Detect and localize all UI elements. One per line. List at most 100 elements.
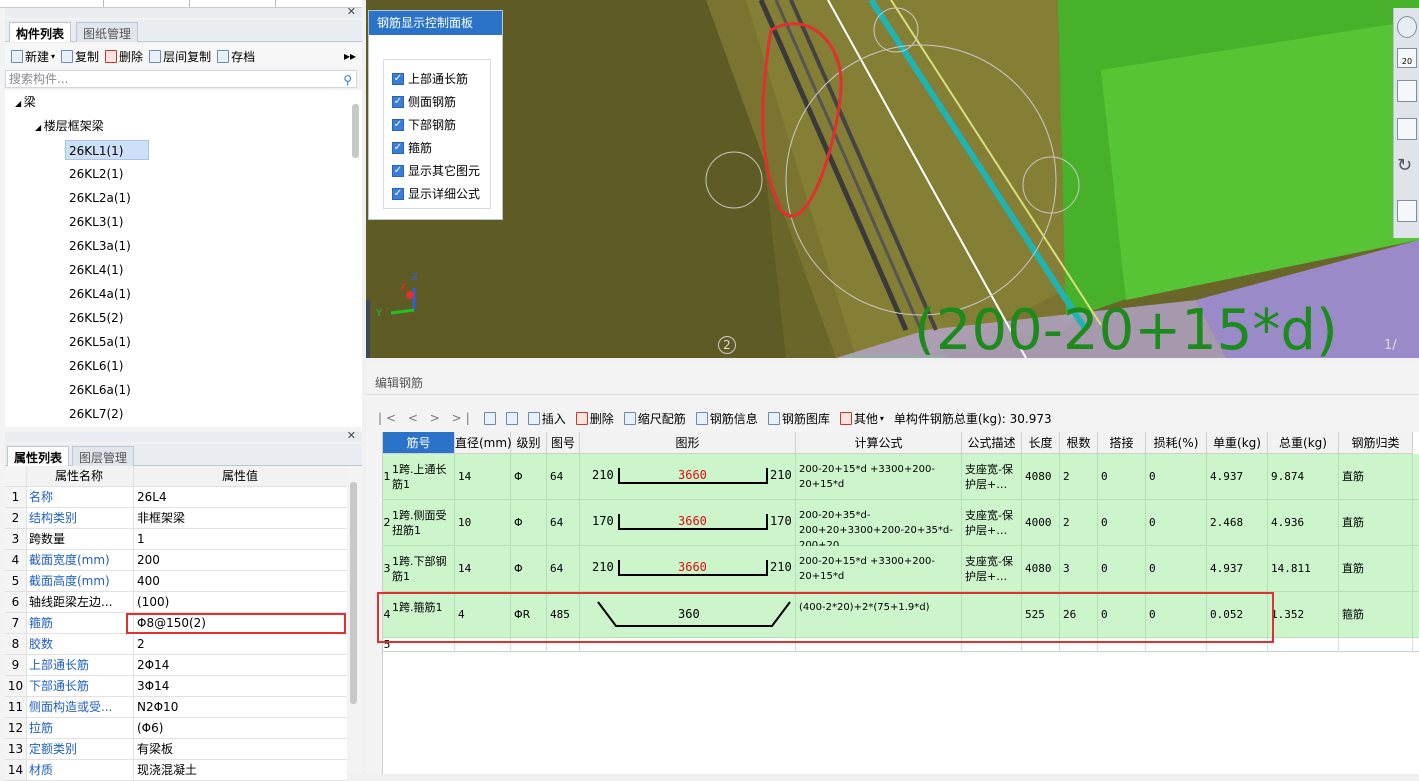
column-header[interactable]: 搭接 [1098, 432, 1146, 454]
cell-grade[interactable]: Φ [511, 500, 547, 546]
tree-item[interactable]: 26KL5a(1) [69, 332, 131, 352]
insert-button[interactable]: 插入 [527, 410, 566, 427]
checkbox-detail-formula[interactable]: ✓ 显示详细公式 [392, 185, 480, 202]
cell-total[interactable]: 14.811 [1268, 546, 1339, 592]
property-row[interactable]: 12 拉筋 (Φ6) [5, 718, 347, 739]
cell-count[interactable]: 3 [1060, 546, 1098, 592]
property-row[interactable]: 2 结构类别 非框架梁 [5, 508, 347, 529]
property-value[interactable]: (100) [133, 592, 343, 612]
cell-unit[interactable]: 4.937 [1207, 546, 1268, 592]
column-header[interactable]: 长度 [1022, 432, 1060, 454]
property-value[interactable]: (Φ6) [133, 718, 343, 738]
new-button[interactable]: 新建 ▾ [11, 48, 55, 65]
property-row[interactable]: 5 截面高度(mm) 400 [5, 571, 347, 592]
grid-view-icon[interactable] [1397, 200, 1417, 222]
cell-name[interactable]: 1跨.下部钢筋1 [389, 546, 455, 592]
property-value[interactable]: 400 [133, 571, 343, 591]
delete-row-button[interactable]: 删除 [575, 410, 614, 427]
tab-property-list[interactable]: 属性列表 [7, 446, 70, 466]
cell-loss[interactable]: 0 [1146, 454, 1207, 500]
checkbox-icon[interactable]: ✓ [392, 187, 404, 200]
cell-lap[interactable]: 0 [1098, 454, 1146, 500]
rebar-info-button[interactable]: 钢筋信息 [695, 410, 758, 427]
tree-item[interactable]: 26KL2a(1) [69, 188, 131, 208]
orbit-icon[interactable] [1397, 16, 1417, 38]
column-header[interactable]: 单重(kg) [1207, 432, 1268, 454]
column-header[interactable]: 公式描述 [962, 432, 1022, 454]
property-row[interactable]: 1 名称 26L4 [5, 487, 347, 508]
checkbox-stirrup[interactable]: ✓ 箍筋 [392, 139, 432, 156]
nav-buttons[interactable]: |< < > >| [378, 411, 474, 425]
cell-len[interactable]: 4000 [1022, 500, 1060, 546]
tab-drawing-manage[interactable]: 图纸管理 [76, 22, 139, 42]
checkbox-side-rebar[interactable]: ✓ 侧面钢筋 [392, 93, 456, 110]
column-header[interactable]: 图号 [547, 432, 580, 454]
tree-item[interactable]: 26KL1(1) [65, 140, 149, 160]
column-header[interactable]: 级别 [511, 432, 547, 454]
rebar-shape-cell[interactable]: 210 3660 210 [580, 454, 796, 500]
cell-fig[interactable]: 64 [547, 500, 580, 546]
column-header[interactable]: 计算公式 [796, 432, 962, 454]
table-row[interactable]: 2 1跨.侧面受扭筋1 10 Φ 64 170 3660 170 200-20+35*d-200… [383, 500, 1419, 546]
cell-fig[interactable]: 64 [547, 546, 580, 592]
property-value[interactable]: 3Φ14 [133, 676, 343, 696]
cell-total[interactable]: 9.874 [1268, 454, 1339, 500]
tree-item[interactable]: 26KL6a(1) [69, 380, 131, 400]
property-row[interactable]: 6 轴线距梁左边... (100) [5, 592, 347, 613]
more-tools-button[interactable]: ▸▸ [344, 49, 356, 63]
checkbox-top-rebar[interactable]: ✓ 上部通长筋 [392, 70, 468, 87]
property-value[interactable]: 200 [133, 550, 343, 570]
delete-button[interactable]: 删除 [105, 48, 143, 65]
view-2d-icon[interactable]: 20 [1397, 48, 1417, 68]
cell-unit[interactable]: 2.468 [1207, 500, 1268, 546]
other-button[interactable]: 其他 ▾ [839, 410, 884, 427]
tree-scrollbar[interactable] [352, 104, 359, 158]
property-row[interactable]: 4 截面宽度(mm) 200 [5, 550, 347, 571]
move-down-icon[interactable] [505, 411, 518, 425]
checkbox-icon[interactable]: ✓ [392, 118, 404, 131]
rotate-icon[interactable]: ↻ [1397, 156, 1417, 178]
property-value[interactable]: 26L4 [133, 487, 343, 507]
cell-desc[interactable]: 支座宽-保护层+… [962, 500, 1022, 546]
collapse-icon[interactable]: ◢ [15, 99, 24, 108]
property-row[interactable]: 10 下部通长筋 3Φ14 [5, 676, 347, 697]
property-row[interactable]: 14 材质 现浇混凝土 [5, 760, 347, 781]
cell-grade[interactable]: Φ [511, 546, 547, 592]
copy-button[interactable]: 复制 [61, 48, 99, 65]
props-scrollbar[interactable] [350, 482, 357, 704]
cell-cat[interactable]: 直筋 [1339, 500, 1413, 546]
property-value[interactable]: 非框架梁 [133, 508, 343, 528]
view-3d-icon[interactable] [1397, 118, 1417, 140]
tree-item[interactable]: 26KL6(1) [69, 356, 123, 376]
cell-dia[interactable]: 14 [455, 546, 511, 592]
cell-lap[interactable]: 0 [1098, 500, 1146, 546]
archive-button[interactable]: 存档 [217, 48, 255, 65]
floor-copy-button[interactable]: 层间复制 [149, 48, 211, 65]
move-up-icon[interactable] [483, 411, 496, 425]
cell-formula[interactable]: 200-20+15*d +3300+200-20+15*d [796, 546, 962, 592]
close-icon[interactable]: ✕ [347, 5, 356, 18]
tab-layer-manage[interactable]: 图层管理 [72, 446, 135, 466]
cell-loss[interactable]: 0 [1146, 546, 1207, 592]
tree-node-beam[interactable]: ◢ 梁 [15, 92, 36, 112]
property-row[interactable]: 8 胶数 2 [5, 634, 347, 655]
table-row[interactable]: 1 1跨.上通长筋1 14 Φ 64 210 3660 210 200-20+15*d +330… [383, 454, 1419, 500]
collapse-icon[interactable]: ◢ [35, 123, 44, 132]
checkbox-icon[interactable]: ✓ [392, 164, 404, 177]
cell-desc[interactable]: 支座宽-保护层+… [962, 546, 1022, 592]
cell-lap[interactable]: 0 [1098, 546, 1146, 592]
search-icon[interactable]: ⚲ [343, 72, 352, 88]
tree-item[interactable]: 26KL4a(1) [69, 284, 131, 304]
cell-fig[interactable]: 64 [547, 454, 580, 500]
cell-cat[interactable]: 直筋 [1339, 546, 1413, 592]
cell-count[interactable]: 2 [1060, 500, 1098, 546]
checkbox-icon[interactable]: ✓ [392, 141, 404, 154]
tree-item[interactable]: 26KL5(2) [69, 308, 123, 328]
cell-unit[interactable]: 4.937 [1207, 454, 1268, 500]
cell-len[interactable]: 4080 [1022, 546, 1060, 592]
cell-formula[interactable]: 200-20+15*d +3300+200-20+15*d [796, 454, 962, 500]
viewport-splitter[interactable] [846, 355, 946, 358]
checkbox-bottom-rebar[interactable]: ✓ 下部钢筋 [392, 116, 456, 133]
property-value[interactable]: 2Φ14 [133, 655, 343, 675]
3d-viewport[interactable]: (200-20+15*d) 2 1/ Z Y X [366, 0, 1419, 358]
